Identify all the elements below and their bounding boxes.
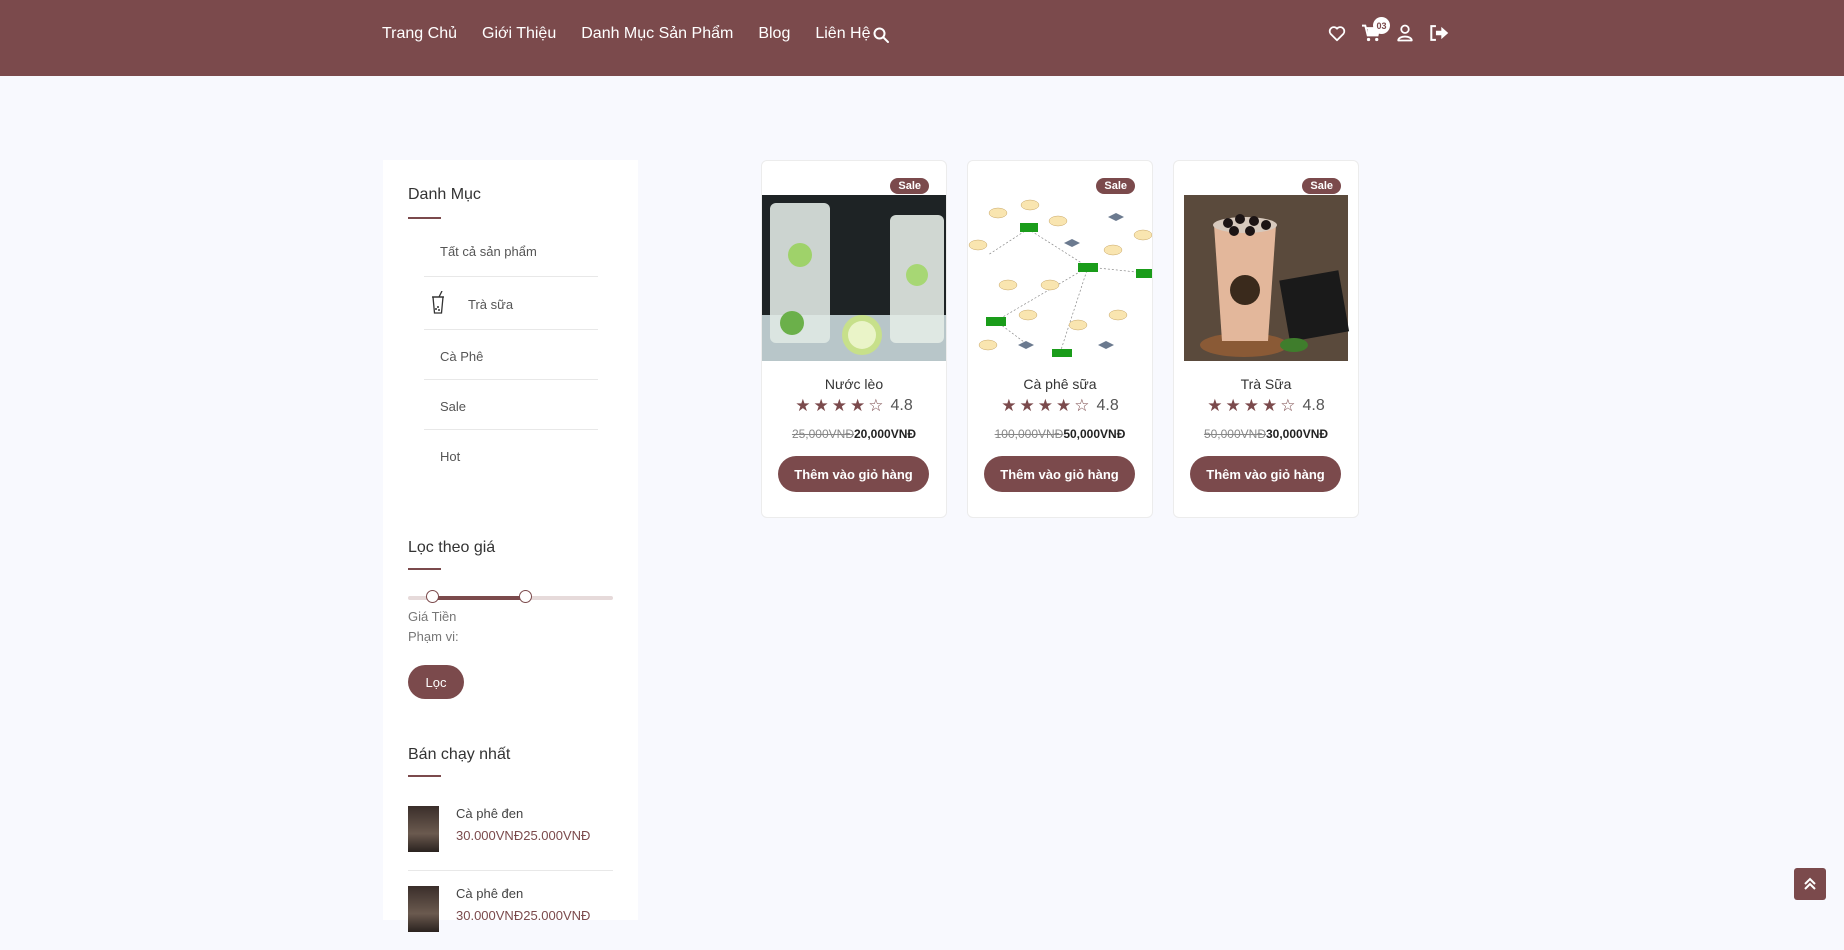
category-label: Cà Phê (440, 349, 484, 364)
rating-stars: ★ ★ ★ ★ ☆ 4.8 (1174, 397, 1358, 415)
old-price: 100,000VNĐ (994, 427, 1064, 441)
bestseller-item[interactable]: Cà phê đen 30.000VNĐ25.000VNĐ (408, 886, 613, 950)
bestseller-new-price: 25.000VNĐ (523, 908, 591, 923)
half-star-icon: ☆ (1280, 396, 1296, 415)
bestseller-old-price: 30.000VNĐ (456, 908, 524, 923)
sale-badge: Sale (890, 178, 929, 194)
new-price: 20,000VNĐ (854, 427, 917, 441)
new-price: 50,000VNĐ (1063, 427, 1126, 441)
category-all[interactable]: Tất cả sản phẩm (424, 224, 598, 277)
range-max-handle[interactable] (519, 590, 532, 603)
category-title-underline (408, 217, 441, 219)
sale-badge: Sale (1302, 178, 1341, 194)
category-milk-tea[interactable]: Trà sữa (424, 277, 598, 330)
filter-button[interactable]: Lọc (408, 665, 464, 699)
header-actions: 03 (1326, 17, 1462, 44)
star-icon: ★ (850, 396, 866, 415)
product-price: 25,000VNĐ20,000VNĐ (762, 427, 946, 441)
add-to-cart-button[interactable]: Thêm vào giỏ hàng (1190, 456, 1341, 492)
heart-icon[interactable] (1326, 22, 1348, 44)
star-icon: ★ (831, 396, 847, 415)
category-title: Danh Mục (408, 186, 481, 203)
nav-contact[interactable]: Liên Hệ (815, 24, 870, 44)
price-label: Giá Tiền (408, 609, 457, 624)
add-to-cart-button[interactable]: Thêm vào giỏ hàng (984, 456, 1135, 492)
cart-count-badge: 03 (1373, 17, 1390, 34)
category-coffee[interactable]: Cà Phê (424, 330, 598, 380)
price-range-slider[interactable] (408, 590, 613, 603)
old-price: 50,000VNĐ (1203, 427, 1266, 441)
rating-value: 4.8 (890, 397, 913, 414)
star-icon: ★ (795, 396, 811, 415)
star-icon: ★ (1243, 396, 1259, 415)
category-label: Trà sữa (468, 297, 514, 312)
product-image[interactable] (968, 195, 1152, 361)
star-icon: ★ (1225, 396, 1241, 415)
product-thumbnail (408, 806, 439, 852)
top-header: Trang Chủ Giới Thiệu Danh Mục Sản Phẩm B… (0, 0, 1844, 76)
search-icon[interactable] (872, 26, 890, 44)
rating-stars: ★ ★ ★ ★ ☆ 4.8 (968, 397, 1152, 415)
old-price: 25,000VNĐ (791, 427, 854, 441)
product-card[interactable]: Sale Nước lèo ★ ★ ★ ★ ☆ 4.8 25,000VNĐ20,… (761, 160, 947, 518)
product-image[interactable] (762, 195, 946, 361)
product-price: 100,000VNĐ50,000VNĐ (968, 427, 1152, 441)
category-hot[interactable]: Hot (424, 430, 598, 479)
nav-home[interactable]: Trang Chủ (382, 24, 457, 44)
category-label: Hot (440, 449, 461, 464)
star-icon: ★ (1019, 396, 1035, 415)
bestseller-underline (408, 775, 441, 777)
star-icon: ★ (1262, 396, 1278, 415)
product-thumbnail (408, 886, 439, 932)
product-image[interactable] (1174, 195, 1358, 361)
category-label: Sale (440, 399, 467, 414)
range-label: Phạm vi: (408, 629, 459, 644)
bubble-tea-icon (430, 290, 446, 318)
rating-value: 4.8 (1096, 397, 1119, 414)
product-name[interactable]: Cà phê sữa (968, 376, 1152, 392)
category-label: Tất cả sản phẩm (440, 244, 537, 259)
product-name[interactable]: Nước lèo (762, 376, 946, 392)
rating-stars: ★ ★ ★ ★ ☆ 4.8 (762, 397, 946, 415)
price-filter-title: Lọc theo giá (408, 539, 496, 556)
bestseller-name: Cà phê đen (456, 886, 524, 901)
bestseller-title: Bán chạy nhất (408, 746, 511, 763)
add-to-cart-button[interactable]: Thêm vào giỏ hàng (778, 456, 929, 492)
product-card[interactable]: Sale Trà Sữa ★ ★ ★ ★ ☆ 4.8 50,000VNĐ30,0… (1173, 160, 1359, 518)
price-range-fill (432, 596, 525, 600)
bestseller-price: 30.000VNĐ25.000VNĐ (456, 908, 590, 923)
range-min-handle[interactable] (426, 590, 439, 603)
product-price: 50,000VNĐ30,000VNĐ (1174, 427, 1358, 441)
double-chevron-up-icon (1804, 877, 1816, 890)
cart-icon[interactable]: 03 (1360, 17, 1390, 44)
star-icon: ★ (1037, 396, 1053, 415)
star-icon: ★ (1207, 396, 1223, 415)
nav-products[interactable]: Danh Mục Sản Phẩm (581, 24, 733, 44)
rating-value: 4.8 (1302, 397, 1325, 414)
star-icon: ★ (1001, 396, 1017, 415)
bestseller-name: Cà phê đen (456, 806, 524, 821)
half-star-icon: ☆ (1074, 396, 1090, 415)
half-star-icon: ☆ (868, 396, 884, 415)
main-nav: Trang Chủ Giới Thiệu Danh Mục Sản Phẩm B… (382, 24, 896, 44)
scroll-to-top-button[interactable] (1794, 868, 1826, 900)
nav-about[interactable]: Giới Thiệu (482, 24, 556, 44)
nav-blog[interactable]: Blog (758, 24, 790, 44)
bestseller-new-price: 25.000VNĐ (523, 828, 591, 843)
bestseller-old-price: 30.000VNĐ (456, 828, 524, 843)
star-icon: ★ (813, 396, 829, 415)
category-sale[interactable]: Sale (424, 380, 598, 430)
star-icon: ★ (1056, 396, 1072, 415)
logout-icon[interactable] (1428, 22, 1450, 44)
product-name[interactable]: Trà Sữa (1174, 376, 1358, 392)
new-price: 30,000VNĐ (1266, 427, 1329, 441)
price-filter-underline (408, 568, 441, 570)
bestseller-price: 30.000VNĐ25.000VNĐ (456, 828, 590, 843)
user-icon[interactable] (1394, 22, 1416, 44)
product-card[interactable]: Sale Cà phê sữa ★ ★ ★ ★ ☆ 4.8 100,000VNĐ… (967, 160, 1153, 518)
bestseller-item[interactable]: Cà phê đen 30.000VNĐ25.000VNĐ (408, 806, 613, 871)
sale-badge: Sale (1096, 178, 1135, 194)
sidebar: Danh Mục Tất cả sản phẩm Trà sữa Cà Phê … (383, 160, 638, 932)
